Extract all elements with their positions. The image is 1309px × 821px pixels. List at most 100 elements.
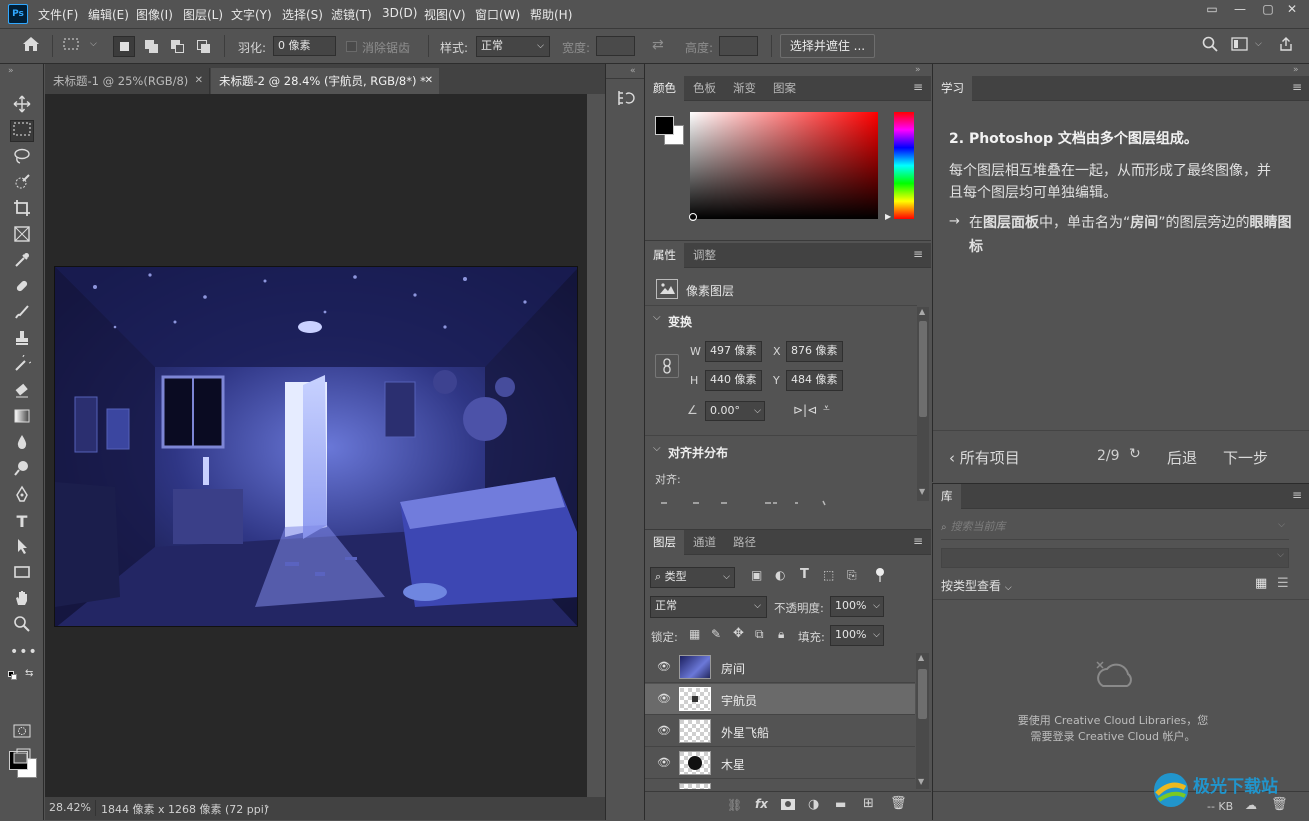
hand-tool-icon[interactable]: [10, 589, 34, 611]
tab-swatches[interactable]: 色板: [685, 76, 724, 101]
eye-icon[interactable]: 👁︎: [657, 756, 671, 770]
doc-tab-1[interactable]: 未标题-1 @ 25%(RGB/8) ✕: [45, 68, 210, 94]
quick-mask-icon[interactable]: [10, 723, 34, 745]
tab-patterns[interactable]: 图案: [765, 76, 804, 101]
layer-row-jupiter[interactable]: 👁︎ 木星: [645, 748, 915, 779]
lock-transparent-icon[interactable]: ▦: [689, 627, 700, 641]
back-button[interactable]: 后退: [1167, 447, 1197, 468]
style-select[interactable]: 正常 ⌵: [476, 36, 550, 57]
collapse-icon[interactable]: »: [915, 65, 921, 75]
filter-toggle-icon[interactable]: [876, 568, 884, 582]
crop-tool-icon[interactable]: [10, 199, 34, 221]
hue-slider-handle[interactable]: ▶: [885, 212, 891, 221]
tab-learn[interactable]: 学习: [933, 76, 972, 101]
filter-type-icon[interactable]: T: [800, 567, 809, 582]
x-value-input[interactable]: 876 像素: [786, 341, 843, 362]
marquee-preset-icon[interactable]: [62, 36, 82, 56]
next-button[interactable]: 下一步: [1223, 447, 1268, 468]
tab-color[interactable]: 颜色: [645, 76, 684, 101]
chevron-down-icon[interactable]: ⌵: [1255, 39, 1262, 49]
blur-tool-icon[interactable]: [10, 433, 34, 455]
link-dimensions-icon[interactable]: [655, 354, 679, 378]
eyedropper-tool-icon[interactable]: [10, 251, 34, 273]
close-icon[interactable]: ✕: [195, 68, 203, 94]
eye-icon[interactable]: 👁︎: [657, 724, 671, 738]
adjustment-icon[interactable]: ◑: [808, 797, 819, 812]
history-icon[interactable]: [615, 88, 637, 110]
panel-menu-icon[interactable]: ≡: [1292, 80, 1302, 94]
healing-brush-tool-icon[interactable]: [10, 277, 34, 299]
canvas-area[interactable]: [45, 94, 587, 797]
frame-tool-icon[interactable]: [10, 225, 34, 247]
menu-file[interactable]: 文件(F): [38, 6, 78, 23]
lock-position-icon[interactable]: ✥: [733, 626, 744, 641]
color-field[interactable]: [690, 112, 878, 219]
folder-icon[interactable]: ▬: [835, 797, 846, 811]
lock-all-icon[interactable]: 🔒︎: [778, 627, 784, 642]
menu-layer[interactable]: 图层(L): [183, 6, 223, 23]
clone-stamp-tool-icon[interactable]: [10, 329, 34, 351]
library-search-field[interactable]: ⌕ 搜索当前库 ⌵: [941, 518, 1289, 540]
width-input[interactable]: [596, 36, 635, 56]
antialias-checkbox[interactable]: [346, 41, 357, 52]
menu-image[interactable]: 图像(I): [136, 6, 173, 23]
menu-edit[interactable]: 编辑(E): [88, 6, 129, 23]
panel-menu-icon[interactable]: ≡: [913, 247, 923, 261]
status-menu-arrow[interactable]: ›: [265, 800, 269, 813]
layer-row-partial[interactable]: [645, 780, 915, 789]
rectangle-tool-icon[interactable]: [10, 563, 34, 585]
lasso-tool-icon[interactable]: [10, 147, 34, 169]
close-button[interactable]: ✕: [1278, 2, 1306, 20]
new-selection-icon[interactable]: [113, 36, 135, 57]
flip-horizontal-icon[interactable]: ⊳|⊲: [793, 403, 817, 417]
grid-view-icon[interactable]: ▦: [1255, 576, 1267, 591]
select-and-mask-button[interactable]: 选择并遮住 ...: [780, 34, 875, 58]
chevron-down-icon[interactable]: ⌵: [653, 443, 661, 454]
zoom-level[interactable]: 28.42%: [49, 801, 91, 814]
menu-select[interactable]: 选择(S): [282, 6, 323, 23]
menu-filter[interactable]: 滤镜(T): [331, 6, 372, 23]
eraser-tool-icon[interactable]: [10, 381, 34, 403]
close-icon[interactable]: ✕: [425, 68, 433, 94]
menu-type[interactable]: 文字(Y): [231, 6, 272, 23]
intersect-selection-icon[interactable]: [194, 37, 214, 57]
zoom-tool-icon[interactable]: [10, 615, 34, 637]
color-picker-handle[interactable]: [689, 213, 697, 221]
dodge-tool-icon[interactable]: [10, 459, 34, 481]
type-tool-icon[interactable]: T: [10, 511, 34, 533]
list-view-icon[interactable]: ☰: [1277, 576, 1289, 591]
gradient-tool-icon[interactable]: [10, 407, 34, 429]
more-tools-icon[interactable]: •••: [10, 641, 37, 663]
tab-properties[interactable]: 属性: [645, 243, 684, 268]
layer-row-spaceship[interactable]: 👁︎ 外星飞船: [645, 716, 915, 747]
brush-tool-icon[interactable]: [10, 303, 34, 325]
tab-gradients[interactable]: 渐变: [725, 76, 764, 101]
fill-input[interactable]: 100% ⌵: [830, 625, 884, 646]
rectangular-marquee-tool-icon[interactable]: [10, 120, 34, 142]
tab-layers[interactable]: 图层: [645, 530, 684, 555]
layer-row-room[interactable]: 👁︎ 房间: [645, 652, 915, 683]
path-selection-tool-icon[interactable]: [10, 537, 34, 559]
tab-paths[interactable]: 路径: [725, 530, 764, 555]
filter-pixel-icon[interactable]: ▣: [751, 568, 762, 582]
flip-vertical-icon[interactable]: ⩡: [823, 401, 830, 416]
feather-input[interactable]: 0 像素: [273, 36, 336, 56]
chevron-down-icon[interactable]: ⌵: [653, 312, 661, 323]
menu-window[interactable]: 窗口(W): [475, 6, 520, 23]
menu-3d[interactable]: 3D(D): [382, 6, 417, 20]
pen-tool-icon[interactable]: [10, 485, 34, 507]
collapse-icon[interactable]: »: [1293, 65, 1299, 75]
library-select[interactable]: ⌵: [941, 548, 1289, 568]
height-input[interactable]: [719, 36, 758, 56]
opacity-input[interactable]: 100% ⌵: [830, 596, 884, 617]
subtract-selection-icon[interactable]: [168, 37, 188, 57]
properties-scrollbar[interactable]: ▲ ▼: [917, 307, 929, 501]
filter-adjustment-icon[interactable]: ◐: [775, 568, 785, 582]
swap-colors-icon[interactable]: ⇆: [25, 668, 33, 679]
search-icon[interactable]: [1200, 36, 1220, 56]
menu-view[interactable]: 视图(V): [424, 6, 466, 23]
quick-selection-tool-icon[interactable]: [10, 173, 34, 195]
tab-libraries[interactable]: 库: [933, 484, 961, 509]
collapse-icon[interactable]: »: [8, 66, 14, 76]
refresh-icon[interactable]: ↻: [1129, 446, 1141, 462]
